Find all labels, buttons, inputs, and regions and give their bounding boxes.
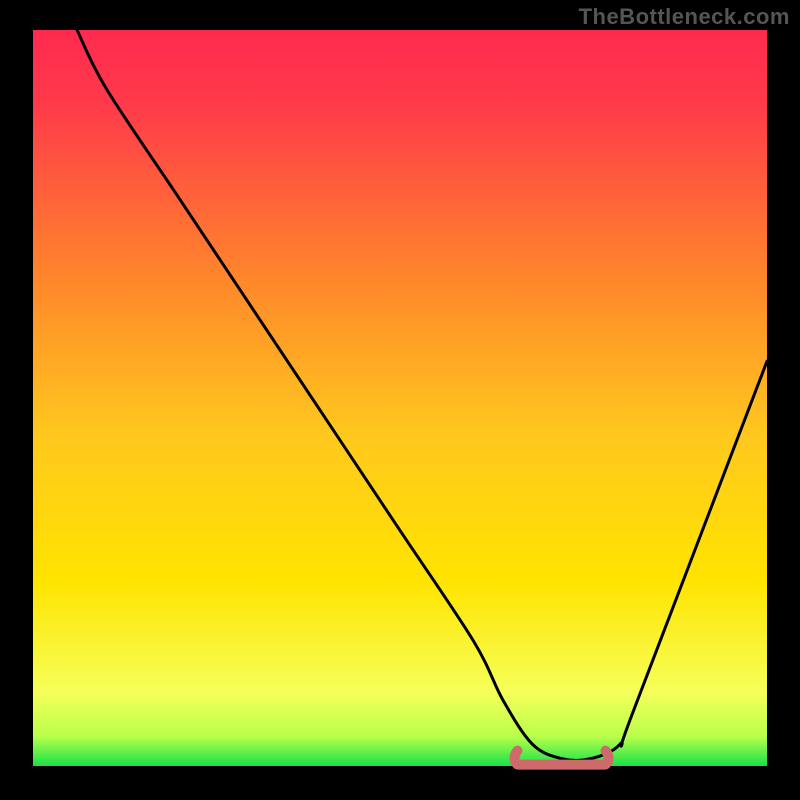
plot-background (33, 30, 767, 766)
chart-container: TheBottleneck.com (0, 0, 800, 800)
chart-svg (0, 0, 800, 800)
